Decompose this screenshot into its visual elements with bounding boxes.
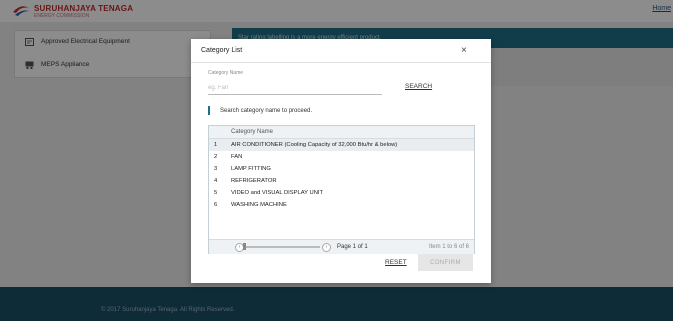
reset-button[interactable]: RESET <box>385 259 407 266</box>
page-indicator: Page 1 of 1 <box>337 244 368 250</box>
row-category-name: REFRIGERATOR <box>231 178 277 184</box>
row-number: 1 <box>214 142 218 148</box>
category-grid: Category Name 1 AIR CONDITIONER (Cooling… <box>208 125 475 254</box>
table-row[interactable]: 1 AIR CONDITIONER (Cooling Capacity of 3… <box>209 139 474 151</box>
next-page-icon[interactable]: › <box>322 243 331 252</box>
row-category-name: VIDEO and VISUAL DISPLAY UNIT <box>231 190 324 196</box>
close-icon[interactable]: × <box>461 46 467 56</box>
row-number: 6 <box>214 202 218 208</box>
row-number: 3 <box>214 166 218 172</box>
confirm-button[interactable]: CONFIRM <box>418 254 473 271</box>
row-category-name: LAMP FITTING <box>231 166 271 172</box>
page-slider[interactable] <box>244 246 320 248</box>
table-row[interactable]: 6 WASHING MACHINE <box>209 199 474 211</box>
page-slider-thumb[interactable] <box>243 243 246 250</box>
table-row[interactable]: 4 REFRIGERATOR <box>209 175 474 187</box>
grid-header: Category Name <box>209 126 474 139</box>
row-category-name: WASHING MACHINE <box>231 202 287 208</box>
hint-accent <box>208 106 210 115</box>
divider <box>191 62 491 63</box>
table-row[interactable]: 3 LAMP FITTING <box>209 163 474 175</box>
grid-pager: ‹ › Page 1 of 1 Item 1 to 6 of 6 <box>209 239 474 254</box>
row-number: 2 <box>214 154 218 160</box>
category-name-label: Category Name <box>208 70 244 76</box>
dialog-title: Category List <box>201 47 243 54</box>
hint-text: Search category name to proceed. <box>220 108 313 114</box>
row-number: 5 <box>214 190 218 196</box>
row-category-name: AIR CONDITIONER (Cooling Capacity of 32,… <box>231 142 398 148</box>
row-category-name: FAN <box>231 154 243 160</box>
table-row[interactable]: 2 FAN <box>209 151 474 163</box>
row-number: 4 <box>214 178 218 184</box>
table-row[interactable]: 5 VIDEO and VISUAL DISPLAY UNIT <box>209 187 474 199</box>
search-button[interactable]: SEARCH <box>405 83 432 90</box>
item-count: Item 1 to 6 of 6 <box>428 244 469 250</box>
category-list-dialog: Category List × Category Name SEARCH Sea… <box>191 39 491 283</box>
column-header-category-name[interactable]: Category Name <box>231 129 273 135</box>
category-search-input[interactable] <box>208 81 382 95</box>
